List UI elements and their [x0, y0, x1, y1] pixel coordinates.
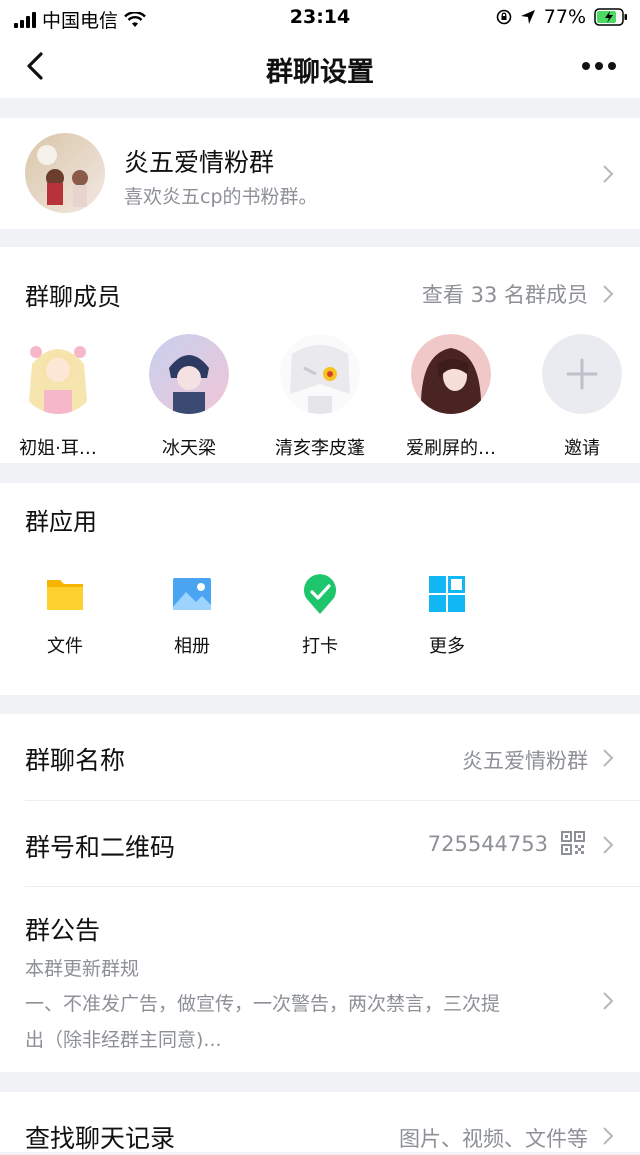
chevron-right-icon: [603, 165, 614, 183]
chevron-right-icon: [603, 285, 614, 303]
nav-bar: 群聊设置: [0, 36, 640, 98]
group-name-label: 群聊名称: [25, 746, 126, 775]
invite-member-button[interactable]: 邀请: [532, 334, 632, 460]
group-notice-row[interactable]: 群公告 本群更新群规 一、不准发广告，做宣传，一次警告，两次禁言，三次提 出（除…: [0, 887, 640, 1072]
chevron-right-icon: [603, 992, 614, 1010]
member-item[interactable]: 爱刷屏的…: [401, 334, 501, 460]
chevron-right-icon: [603, 836, 614, 854]
member-name: 清亥李皮蓬: [275, 438, 365, 459]
battery-charging-icon: [594, 8, 627, 26]
avatar: [149, 334, 229, 414]
avatar: [280, 334, 360, 414]
chevron-right-icon: [603, 1127, 614, 1145]
plus-icon: [542, 334, 622, 414]
notice-line: 本群更新群规: [25, 958, 140, 980]
member-item[interactable]: 清亥李皮蓬: [270, 334, 370, 460]
group-number-label: 群号和二维码: [25, 833, 176, 862]
group-name-row[interactable]: 群聊名称 炎五爱情粉群: [0, 714, 640, 800]
invite-label: 邀请: [564, 438, 600, 459]
group-name-value: 炎五爱情粉群: [462, 749, 588, 773]
photo-icon: [173, 578, 211, 610]
status-bar: 中国电信 23:14 77%: [0, 0, 640, 36]
member-name: 爱刷屏的…: [406, 438, 496, 459]
grid-icon: [429, 576, 465, 612]
app-label: 更多: [429, 636, 465, 657]
group-number-value: 725544753: [427, 832, 548, 856]
member-name: 初姐·耳…: [19, 438, 97, 459]
search-history-value: 图片、视频、文件等: [399, 1127, 588, 1151]
view-all-members-link[interactable]: 查看 33 名群成员: [422, 279, 614, 309]
search-history-row[interactable]: 查找聊天记录 图片、视频、文件等: [0, 1092, 640, 1153]
group-notice-label: 群公告: [25, 916, 101, 945]
members-heading: 群聊成员: [25, 283, 121, 311]
chevron-right-icon: [603, 749, 614, 767]
avatar: [18, 334, 98, 414]
search-history-label: 查找聊天记录: [25, 1124, 176, 1153]
qr-code-icon: [561, 831, 585, 855]
orientation-lock-icon: [496, 9, 512, 25]
folder-icon: [47, 580, 83, 610]
app-checkin[interactable]: 打卡: [280, 574, 360, 658]
checkin-icon: [304, 574, 336, 614]
group-info-card[interactable]: 炎五爱情粉群 喜欢炎五cp的书粉群。: [0, 118, 640, 229]
group-name: 炎五爱情粉群: [124, 148, 275, 177]
app-album[interactable]: 相册: [152, 574, 232, 658]
view-all-members-label: 查看 33 名群成员: [421, 283, 588, 307]
group-description: 喜欢炎五cp的书粉群。: [124, 186, 318, 208]
more-options-icon[interactable]: [582, 58, 618, 74]
member-name: 冰天梁: [162, 438, 216, 459]
location-icon: [520, 10, 535, 24]
battery-percent: 77%: [543, 6, 586, 28]
notice-line: 一、不准发广告，做宣传，一次警告，两次禁言，三次提: [25, 993, 501, 1015]
app-label: 文件: [47, 636, 83, 657]
notice-line: 出（除非经群主同意)...: [25, 1029, 222, 1051]
apps-heading: 群应用: [25, 508, 97, 536]
app-label: 相册: [174, 636, 210, 657]
member-item[interactable]: 冰天梁: [139, 334, 239, 460]
member-item[interactable]: 初姐·耳…: [8, 334, 108, 460]
group-avatar: [25, 133, 105, 213]
group-number-row[interactable]: 群号和二维码 725544753: [0, 801, 640, 887]
page-title: 群聊设置: [266, 57, 374, 88]
app-label: 打卡: [302, 636, 338, 657]
avatar: [411, 334, 491, 414]
app-more[interactable]: 更多: [407, 574, 487, 658]
app-files[interactable]: 文件: [25, 574, 105, 658]
